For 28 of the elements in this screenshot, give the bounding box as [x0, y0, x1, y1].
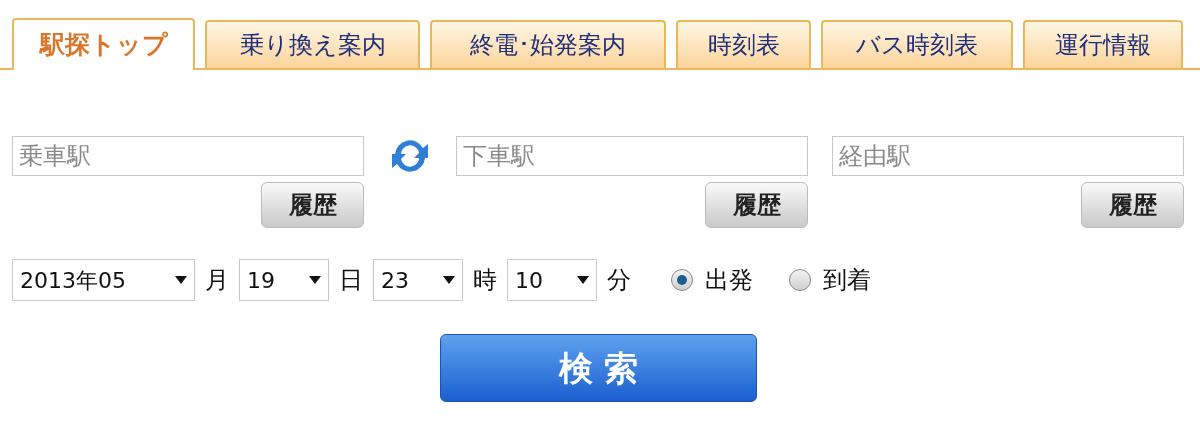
unit-label: 月 — [205, 265, 229, 296]
tab[interactable]: 時刻表 — [676, 20, 811, 68]
dropdown[interactable]: 19 — [239, 259, 329, 301]
tab[interactable]: バス時刻表 — [821, 20, 1013, 68]
history-button[interactable]: 履歴 — [1081, 182, 1184, 228]
history-button[interactable]: 履歴 — [705, 182, 808, 228]
caret-icon — [577, 276, 589, 284]
unit-label: 日 — [339, 265, 363, 296]
tab[interactable]: 運行情報 — [1023, 20, 1183, 68]
history-button[interactable]: 履歴 — [261, 182, 364, 228]
radio-button[interactable] — [671, 269, 693, 291]
caret-icon — [443, 276, 455, 284]
tab[interactable]: 終電･始発案内 — [430, 20, 666, 68]
caret-icon — [175, 276, 187, 284]
station-field[interactable]: 経由駅 — [832, 136, 1184, 176]
search-button[interactable]: 検 索 — [440, 334, 757, 402]
caret-icon — [309, 276, 321, 284]
station-field[interactable]: 乗車駅 — [12, 136, 364, 176]
unit-label: 分 — [607, 265, 631, 296]
radio-label: 出発 — [705, 265, 753, 296]
radio-button[interactable] — [789, 269, 811, 291]
dropdown[interactable]: 10 — [507, 259, 597, 301]
tab[interactable]: 乗り換え案内 — [205, 20, 420, 68]
radio-label: 到着 — [823, 265, 871, 296]
dropdown[interactable]: 23 — [373, 259, 463, 301]
unit-label: 時 — [473, 265, 497, 296]
dropdown[interactable]: 2013年05 — [12, 259, 195, 301]
station-field[interactable]: 下車駅 — [456, 136, 808, 176]
